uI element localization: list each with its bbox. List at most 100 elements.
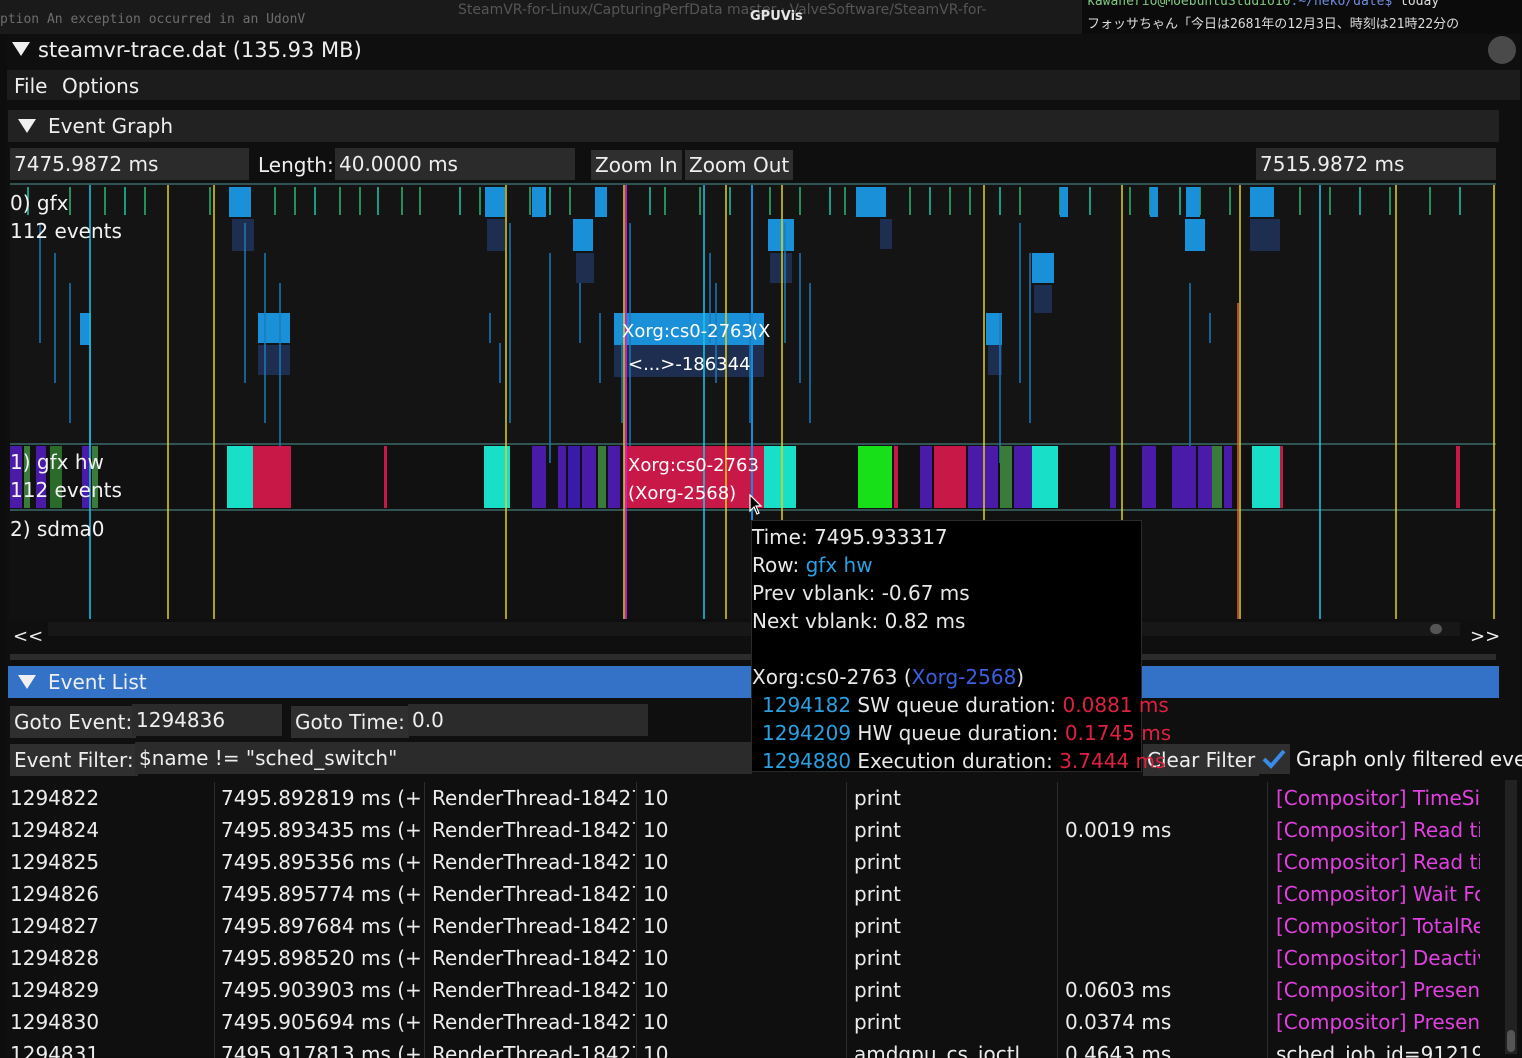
event-block[interactable] bbox=[485, 187, 505, 217]
event-graph-title: Event Graph bbox=[48, 114, 173, 138]
zoom-out-button[interactable]: Zoom Out bbox=[685, 150, 794, 180]
hw-event-block[interactable] bbox=[1014, 446, 1032, 508]
tooltip-prev-vblank: Prev vblank: -0.67 ms bbox=[752, 581, 970, 605]
length-input[interactable]: 40.0000 ms bbox=[335, 148, 575, 180]
hw-event-block[interactable] bbox=[558, 446, 566, 508]
graph-filtered-checkbox[interactable] bbox=[1258, 744, 1290, 774]
event-block[interactable] bbox=[229, 187, 251, 217]
hw-event-block[interactable] bbox=[1212, 446, 1222, 508]
hw-event-block[interactable] bbox=[1172, 446, 1196, 508]
event-block[interactable] bbox=[1150, 187, 1158, 217]
hw-event-block[interactable] bbox=[934, 446, 966, 508]
table-scrollbar[interactable] bbox=[1505, 780, 1517, 1054]
event-block[interactable] bbox=[532, 187, 546, 217]
hw-event-block[interactable] bbox=[1110, 446, 1116, 508]
event-block[interactable] bbox=[1032, 253, 1054, 283]
hw-event-block[interactable] bbox=[1198, 446, 1212, 508]
cell-dur: 0.0374 ms bbox=[1065, 1010, 1172, 1034]
hw-event-block[interactable] bbox=[608, 446, 620, 508]
event-block[interactable] bbox=[487, 219, 505, 251]
menu-bar bbox=[7, 70, 1520, 100]
event-block[interactable] bbox=[1034, 285, 1052, 313]
event-block[interactable] bbox=[1250, 219, 1280, 251]
hw-event-block[interactable] bbox=[227, 446, 253, 508]
table-row[interactable]: 1294831 7495.917813 ms (+0. RenderThread-1… bbox=[0, 1039, 1500, 1058]
menu-file[interactable]: File bbox=[14, 74, 47, 98]
hw-event-block[interactable] bbox=[920, 446, 932, 508]
collapse-triangle-icon[interactable] bbox=[18, 119, 36, 133]
hw-event-block[interactable] bbox=[1032, 446, 1058, 508]
scroll-right-button[interactable]: >> bbox=[1470, 626, 1500, 647]
event-block[interactable] bbox=[770, 253, 792, 283]
event-block[interactable] bbox=[573, 219, 593, 251]
event-block[interactable] bbox=[880, 219, 892, 249]
file-header[interactable]: steamvr-trace.dat (135.93 MB) bbox=[12, 38, 362, 62]
event-block[interactable] bbox=[80, 313, 90, 345]
event-block[interactable] bbox=[232, 219, 254, 251]
event-block[interactable] bbox=[1250, 187, 1274, 217]
hw-event-block[interactable] bbox=[582, 446, 596, 508]
table-scroll-thumb[interactable] bbox=[1507, 1030, 1515, 1052]
hw-event-block[interactable] bbox=[532, 446, 546, 508]
table-row[interactable]: 1294824 7495.893435 ms (+0. RenderThread-1… bbox=[0, 815, 1500, 845]
cell-name: print bbox=[854, 882, 901, 906]
tooltip-hw-queue: 1294209 HW queue duration: 0.1745 ms bbox=[762, 721, 1172, 745]
event-graph-header[interactable]: Event Graph bbox=[8, 110, 1499, 142]
cell-cpu: 10 bbox=[643, 978, 669, 1002]
table-row[interactable]: 1294826 7495.895774 ms (+0. RenderThread-1… bbox=[0, 879, 1500, 909]
collapse-triangle-icon[interactable] bbox=[12, 42, 30, 56]
cell-comm: RenderThread-18427: bbox=[432, 1010, 635, 1034]
event-block[interactable] bbox=[1186, 187, 1200, 217]
terminal-window[interactable]: kawanerio@MoebuntuStudio10:~/neko/date$ … bbox=[1082, 0, 1522, 34]
hw-event-block[interactable] bbox=[598, 446, 606, 508]
table-row[interactable]: 1294822 7495.892819 ms (+0. RenderThread-1… bbox=[0, 783, 1500, 813]
window-close-button[interactable] bbox=[1488, 36, 1516, 64]
menu-options[interactable]: Options bbox=[62, 74, 139, 98]
graph-start-time[interactable]: 7475.9872 ms bbox=[10, 148, 249, 180]
event-block[interactable] bbox=[768, 219, 794, 251]
zoom-in-button[interactable]: Zoom In bbox=[591, 150, 682, 180]
hw-event-block[interactable] bbox=[1224, 446, 1232, 508]
hw-event-block[interactable] bbox=[1456, 446, 1460, 508]
hw-event-block[interactable] bbox=[1000, 446, 1012, 508]
scroll-left-button[interactable]: << bbox=[13, 626, 43, 647]
event-block[interactable] bbox=[1185, 219, 1205, 251]
graph-scroll-thumb[interactable] bbox=[1430, 624, 1442, 634]
cell-cpu: 10 bbox=[643, 946, 669, 970]
graph-end-time[interactable]: 7515.9872 ms bbox=[1256, 148, 1496, 180]
table-row[interactable]: 1294827 7495.897684 ms (+0. RenderThread-1… bbox=[0, 911, 1500, 941]
hw-event-block[interactable] bbox=[764, 446, 796, 508]
event-block[interactable] bbox=[258, 345, 290, 375]
hw-event-block[interactable] bbox=[894, 446, 898, 508]
terminal-output: フォッサちゃん「今日は2681年の12月3日、時刻は21時22分の bbox=[1087, 17, 1460, 32]
event-block[interactable] bbox=[258, 313, 290, 343]
event-block[interactable] bbox=[856, 187, 886, 217]
cell-id: 1294828 bbox=[10, 946, 100, 970]
hw-event-block[interactable] bbox=[1280, 446, 1283, 508]
cell-info: sched_job_id=912199 bbox=[1276, 1042, 1480, 1058]
hw-event-block[interactable] bbox=[968, 446, 998, 508]
event-filter-input[interactable]: $name != "sched_switch" bbox=[135, 742, 752, 774]
event-block[interactable] bbox=[1060, 187, 1068, 217]
hw-event-block[interactable] bbox=[1252, 446, 1280, 508]
hw-event-block[interactable] bbox=[1142, 446, 1156, 508]
table-row[interactable]: 1294825 7495.895356 ms (+0. RenderThread-1… bbox=[0, 847, 1500, 877]
goto-event-input[interactable]: 1294836 bbox=[132, 704, 282, 736]
hw-event-block[interactable] bbox=[858, 446, 892, 508]
cell-id: 1294826 bbox=[10, 882, 100, 906]
cell-cpu: 10 bbox=[643, 1010, 669, 1034]
hw-event-block[interactable] bbox=[568, 446, 580, 508]
event-block[interactable] bbox=[595, 187, 607, 217]
event-block[interactable] bbox=[576, 253, 594, 283]
table-row[interactable]: 1294828 7495.898520 ms (+0. RenderThread-1… bbox=[0, 943, 1500, 973]
collapse-triangle-icon[interactable] bbox=[18, 675, 36, 689]
event-box-label-2: <...>-186344 bbox=[628, 354, 751, 375]
cell-cpu: 10 bbox=[643, 850, 669, 874]
table-row[interactable]: 1294830 7495.905694 ms (+0. RenderThread-1… bbox=[0, 1007, 1500, 1037]
cell-dur bbox=[1065, 847, 1265, 877]
hw-event-block[interactable] bbox=[384, 446, 387, 508]
hw-event-block[interactable] bbox=[253, 446, 291, 508]
event-box-label: Xorg:cs0-2763 bbox=[622, 321, 753, 342]
goto-time-input[interactable]: 0.0 bbox=[408, 704, 648, 736]
table-row[interactable]: 1294829 7495.903903 ms (+0. RenderThread-1… bbox=[0, 975, 1500, 1005]
